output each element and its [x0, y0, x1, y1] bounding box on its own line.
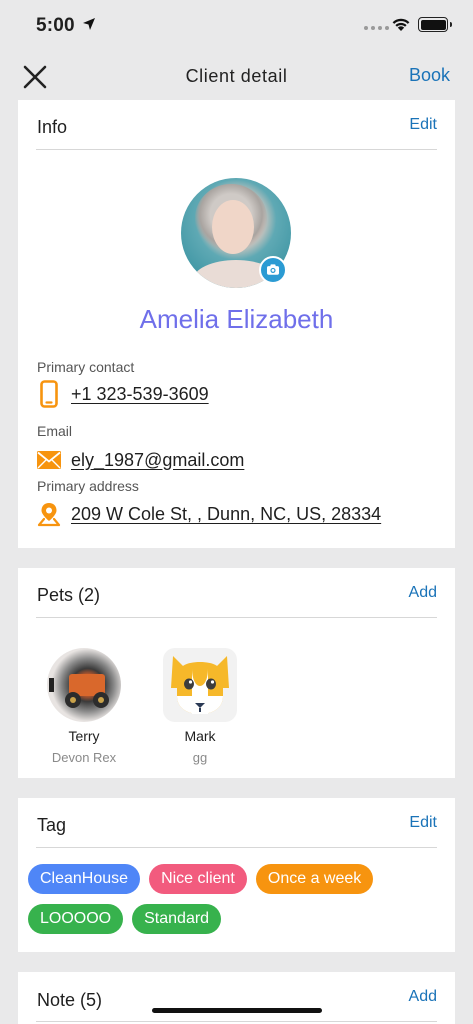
client-avatar-container	[181, 178, 291, 288]
wifi-icon	[392, 18, 410, 31]
edit-info-button[interactable]: Edit	[409, 116, 437, 134]
page-title: Client detail	[185, 66, 288, 86]
add-pet-button[interactable]: Add	[409, 584, 437, 602]
info-title: Info	[37, 117, 68, 137]
pets-header: Pets (2) Add	[36, 568, 437, 618]
address-row: 209 W Cole St, , Dunn, NC, US, 28334	[37, 500, 381, 528]
envelope-icon	[37, 446, 61, 474]
tag-chip[interactable]: Nice client	[149, 864, 247, 894]
pet-dog-placeholder-icon[interactable]	[163, 648, 237, 722]
pet-item[interactable]: Terry Devon Rex	[36, 648, 132, 765]
tag-chip[interactable]: Once a week	[255, 864, 374, 894]
pet-item[interactable]: Mark gg	[152, 648, 248, 765]
book-button[interactable]: Book	[409, 65, 450, 86]
email-row: ely_1987@gmail.com	[37, 446, 244, 474]
tag-chip[interactable]: LOOOOO	[28, 904, 124, 934]
email-label: Email	[37, 423, 73, 439]
pets-card: Pets (2) Add Terry Devon Rex Mark gg	[18, 568, 455, 778]
tag-card: Tag Edit CleanHouse Nice client Once a w…	[18, 798, 455, 952]
pets-title: Pets (2)	[37, 585, 101, 605]
address-link[interactable]: 209 W Cole St, , Dunn, NC, US, 28334	[71, 504, 381, 525]
tag-chip[interactable]: Standard	[132, 904, 222, 934]
email-link[interactable]: ely_1987@gmail.com	[71, 450, 244, 471]
client-name: Amelia Elizabeth	[139, 304, 334, 334]
pet-breed: gg	[192, 750, 208, 765]
address-label: Primary address	[37, 478, 139, 494]
battery-icon	[418, 17, 452, 32]
location-pin-icon	[37, 500, 61, 528]
pet-photo[interactable]	[47, 648, 121, 722]
status-time: 5:00	[36, 15, 75, 36]
cellular-signal-icon	[364, 26, 389, 30]
nav-bar: Client detail Book	[0, 52, 473, 100]
phone-link[interactable]: +1 323-539-3609	[71, 384, 209, 405]
tag-header: Tag Edit	[36, 798, 437, 848]
tag-list: CleanHouse Nice client Once a week LOOOO…	[28, 864, 448, 934]
pet-name: Mark	[184, 728, 216, 744]
note-title: Note (5)	[37, 990, 103, 1010]
note-header: Note (5) Add	[36, 972, 437, 1022]
home-indicator[interactable]	[152, 1008, 322, 1013]
add-note-button[interactable]: Add	[409, 988, 437, 1006]
tag-chip[interactable]: CleanHouse	[28, 864, 141, 894]
pet-name: Terry	[68, 728, 100, 744]
primary-contact-label: Primary contact	[37, 359, 135, 375]
pet-breed: Devon Rex	[51, 750, 117, 765]
phone-icon	[37, 380, 61, 408]
info-header: Info Edit	[36, 100, 437, 150]
info-card: Info Edit Amelia Elizabeth Primary conta…	[18, 100, 455, 548]
status-bar: 5:00	[0, 0, 473, 52]
location-arrow-icon	[83, 18, 95, 30]
note-card: Note (5) Add	[18, 972, 455, 1024]
edit-tags-button[interactable]: Edit	[409, 814, 437, 832]
phone-row: +1 323-539-3609	[37, 380, 209, 408]
camera-icon[interactable]	[259, 256, 287, 284]
tag-title: Tag	[37, 815, 67, 835]
